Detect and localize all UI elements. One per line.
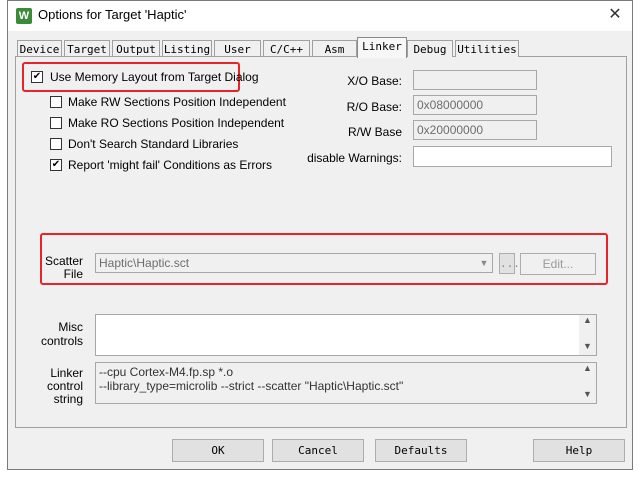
rw-base-field[interactable]: 0x20000000: [413, 120, 537, 140]
linker-control-string: --cpu Cortex-M4.fp.sp *.o --library_type…: [95, 362, 597, 404]
tab-output[interactable]: Output: [112, 40, 160, 57]
rw-position-independent-checkbox[interactable]: [50, 96, 62, 108]
tab-cpp[interactable]: C/C++: [263, 40, 310, 57]
ro-base-field[interactable]: 0x08000000: [413, 95, 537, 115]
scroll-down-icon[interactable]: ▼: [579, 341, 596, 351]
edit-button[interactable]: Edit...: [520, 253, 596, 275]
use-memory-layout-label: Use Memory Layout from Target Dialog: [50, 70, 259, 84]
tab-asm[interactable]: Asm: [312, 40, 357, 57]
linker-string-line1: --cpu Cortex-M4.fp.sp *.o: [99, 365, 234, 379]
misc-controls-textarea[interactable]: [95, 314, 597, 356]
misc-label-line2: controls: [40, 334, 83, 348]
chevron-down-icon[interactable]: ▼: [476, 254, 492, 272]
close-icon[interactable]: ✕: [605, 5, 625, 25]
tab-utilities[interactable]: Utilities: [455, 40, 519, 57]
disable-warnings-label: disable Warnings:: [307, 151, 402, 165]
linker-string-scrollbar[interactable]: ▲ ▼: [579, 363, 596, 403]
cancel-button[interactable]: Cancel: [272, 439, 364, 462]
tab-listing[interactable]: Listing: [162, 40, 212, 57]
might-fail-errors-checkbox[interactable]: ✔: [50, 159, 62, 171]
checkmark-icon: ✔: [51, 159, 61, 170]
tab-user[interactable]: User: [214, 40, 261, 57]
rw-base-label: R/W Base: [347, 125, 402, 139]
xo-base-label: X/O Base:: [347, 74, 402, 88]
linker-label-line3: string: [53, 392, 83, 406]
scroll-up-icon[interactable]: ▲: [579, 315, 596, 325]
app-icon: W: [16, 8, 32, 24]
scatter-label-line1: Scatter: [44, 254, 83, 268]
linker-string-line2: --library_type=microlib --strict --scatt…: [99, 379, 404, 393]
ok-button[interactable]: OK: [172, 439, 264, 462]
defaults-button[interactable]: Defaults: [375, 439, 467, 462]
scroll-down-icon[interactable]: ▼: [579, 389, 596, 399]
dont-search-libraries-label: Don't Search Standard Libraries: [68, 137, 239, 151]
ro-position-independent-checkbox[interactable]: [50, 117, 62, 129]
misc-label-line1: Misc: [58, 320, 83, 334]
help-button[interactable]: Help: [533, 439, 625, 462]
disable-warnings-field[interactable]: [413, 146, 612, 167]
dont-search-libraries-checkbox[interactable]: [50, 138, 62, 150]
browse-button[interactable]: ...: [499, 253, 520, 274]
checkmark-icon: ✔: [32, 71, 42, 82]
tab-device[interactable]: Device: [17, 40, 62, 57]
window-title: Options for Target 'Haptic': [38, 7, 187, 22]
might-fail-errors-label: Report 'might fail' Conditions as Errors: [68, 158, 272, 172]
scatter-label-line2: File: [63, 267, 83, 281]
tab-target[interactable]: Target: [64, 40, 110, 57]
tab-debug[interactable]: Debug: [407, 40, 453, 57]
scroll-up-icon[interactable]: ▲: [579, 363, 596, 373]
scatter-file-value: Haptic\Haptic.sct: [99, 256, 190, 270]
scatter-file-combo[interactable]: Haptic\Haptic.sct: [95, 253, 493, 273]
linker-label-line1: Linker: [50, 366, 83, 380]
xo-base-field[interactable]: [413, 70, 537, 90]
ro-position-independent-label: Make RO Sections Position Independent: [68, 116, 285, 130]
ro-base-label: R/O Base:: [346, 100, 402, 114]
use-memory-layout-checkbox[interactable]: ✔: [31, 71, 43, 83]
rw-position-independent-label: Make RW Sections Position Independent: [68, 95, 286, 109]
tab-linker[interactable]: Linker: [357, 37, 407, 58]
misc-scrollbar[interactable]: ▲ ▼: [579, 315, 596, 355]
linker-label-line2: control: [46, 379, 83, 393]
